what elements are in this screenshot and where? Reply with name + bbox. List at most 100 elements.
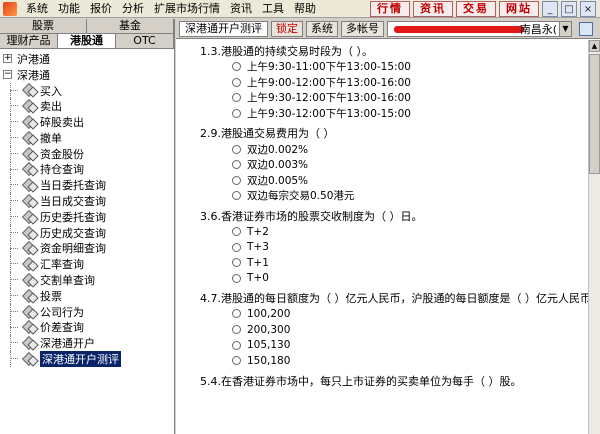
trade-button[interactable]: 交易 [456,1,496,17]
tree-item[interactable]: 卖出 [0,98,174,114]
menu-system[interactable]: 系统 [21,0,53,18]
news-button[interactable]: 资讯 [413,1,453,17]
option-label: 双边0.002% [247,143,309,156]
minimize-icon[interactable]: _ [542,1,558,17]
radio-button[interactable] [232,309,241,319]
tree-item[interactable]: 资金明细查询 [0,240,174,257]
radio-button[interactable] [232,93,241,103]
radio-button[interactable] [232,191,241,201]
quote-button[interactable]: 行情 [370,1,410,17]
collapse-icon[interactable]: − [3,70,12,80]
answer-option[interactable]: T+2 [200,224,588,240]
tree-item[interactable]: 历史委托查询 [0,208,174,225]
tab-otc[interactable]: OTC [116,34,174,48]
tab-fund[interactable]: 基金 [87,19,174,33]
tree-connector [10,105,18,107]
chevron-down-icon[interactable]: ▼ [559,21,571,36]
option-label: T+2 [247,225,269,238]
diamond-icon [22,274,36,286]
radio-button[interactable] [232,77,241,87]
tree-item-label: 持仓查询 [40,163,84,177]
tree-connector [10,279,18,281]
tree-item[interactable]: 投票 [0,287,174,304]
vertical-scrollbar[interactable]: ▲ [588,40,600,434]
tree-item[interactable]: 资金股份 [0,145,174,162]
answer-option[interactable]: 双边0.003% [200,157,588,173]
tree-item[interactable]: 深港通开户测评 [0,351,174,368]
radio-button[interactable] [232,175,241,185]
answer-option[interactable]: 105,130 [200,337,588,353]
tree-node-shanghai-hk[interactable]: + 沪港通 [0,51,174,67]
menu-function[interactable]: 功能 [53,0,85,18]
radio-button[interactable] [232,62,241,72]
radio-button[interactable] [232,258,241,268]
tree-item-label: 深港通开户 [40,337,95,351]
tab-wealth-products[interactable]: 理财产品 [0,34,58,48]
answer-option[interactable]: 150,180 [200,353,588,369]
radio-button[interactable] [232,325,241,335]
radio-button[interactable] [232,340,241,350]
answer-option[interactable]: T+1 [200,255,588,271]
answer-option[interactable]: 双边0.002% [200,141,588,157]
menu-extended-market[interactable]: 扩展市场行情 [149,0,225,18]
menu-quote[interactable]: 报价 [85,0,117,18]
menu-tools[interactable]: 工具 [257,0,289,18]
answer-option[interactable]: 双边0.005% [200,173,588,189]
answer-option[interactable]: 上午9:30-12:00下午13:00-16:00 [200,90,588,106]
tree-item[interactable]: 当日成交查询 [0,193,174,209]
radio-button[interactable] [232,160,241,170]
tree-item[interactable]: 汇率查询 [0,256,174,272]
answer-option[interactable]: 上午9:00-12:00下午13:00-16:00 [200,75,588,91]
tab-hk-connect[interactable]: 港股通 [58,34,116,48]
tree-item[interactable]: 持仓查询 [0,161,174,178]
option-label: T+3 [247,241,269,254]
lock-button[interactable]: 锁定 [271,20,303,37]
question-number: 5.4. [200,374,221,388]
tree-item[interactable]: 当日委托查询 [0,177,174,193]
tree-item[interactable]: 价差查询 [0,319,174,336]
answer-option[interactable]: 双边每宗交易0.50港元 [200,188,588,204]
answer-option[interactable]: 上午9:30-11:00下午13:00-15:00 [200,59,588,75]
answer-option[interactable]: 200,300 [200,322,588,338]
account-select[interactable]: 南昌永( ▼ [387,20,572,37]
radio-button[interactable] [232,242,241,252]
page-title: 深港通开户测评 [179,20,268,37]
tree-leaves: 买入 卖出碎股卖出 撤单 资金股份 持仓查询 当日委托查询 当日成交查询 历史委托查询 历史成交… [0,82,174,368]
option-label: 100,200 [247,307,291,320]
menu-help[interactable]: 帮助 [289,0,321,18]
answer-option[interactable]: 100,200 [200,306,588,322]
website-button[interactable]: 网站 [499,1,539,17]
tab-stock[interactable]: 股票 [0,19,87,33]
system-button[interactable]: 系统 [306,20,338,37]
expand-icon[interactable]: + [3,54,12,64]
tree-item[interactable]: 碎股卖出 [0,114,174,130]
radio-button[interactable] [232,109,241,119]
tree-item-label: 碎股卖出 [40,116,84,130]
tree-item[interactable]: 深港通开户 [0,335,174,351]
tree-item[interactable]: 公司行为 [0,303,174,320]
radio-button[interactable] [232,227,241,237]
scroll-up-icon[interactable]: ▲ [589,40,600,52]
radio-button[interactable] [232,356,241,366]
radio-button[interactable] [232,144,241,154]
tree-item[interactable]: 买入 [0,82,174,99]
tree-item[interactable]: 历史成交查询 [0,224,174,241]
tree-item[interactable]: 交割单查询 [0,272,174,288]
scroll-thumb[interactable] [589,54,600,174]
restore-icon[interactable]: □ [561,1,577,17]
tree-node-shenzhen-hk[interactable]: − 深港通 [0,67,174,83]
option-label: 上午9:30-11:00下午13:00-15:00 [247,61,411,74]
answer-option[interactable]: T+0 [200,271,588,287]
radio-button[interactable] [232,273,241,283]
answer-option[interactable]: T+3 [200,239,588,255]
menu-news[interactable]: 资讯 [225,0,257,18]
tree-item[interactable]: 撤单 [0,129,174,146]
option-label: 200,300 [247,323,291,336]
menu-analysis[interactable]: 分析 [117,0,149,18]
close-icon[interactable]: × [580,1,596,17]
window-icon[interactable] [579,21,593,36]
question: 2.9.港股通交易费用为（ ） [200,126,588,141]
answer-option[interactable]: 上午9:30-12:00下午13:00-15:00 [200,106,588,122]
multi-account-button[interactable]: 多帐号 [341,20,384,37]
diamond-icon [22,353,36,365]
